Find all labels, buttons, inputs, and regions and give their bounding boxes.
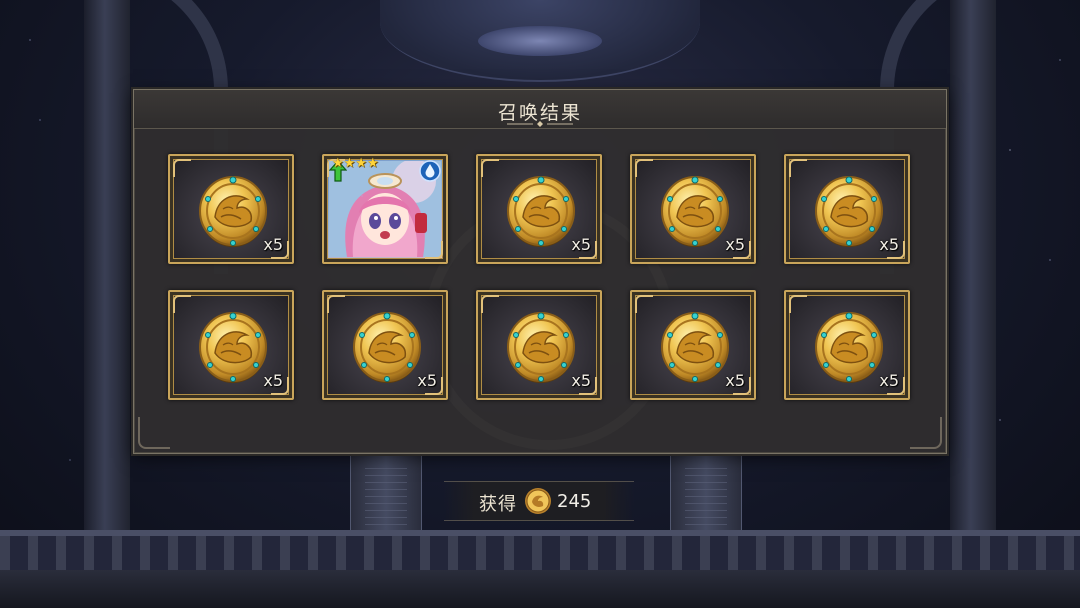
item-quantity: x5 bbox=[571, 235, 591, 254]
ceiling-ring bbox=[478, 26, 602, 56]
result-card-coin[interactable]: x5 bbox=[630, 290, 756, 400]
reward-label: 获得 bbox=[479, 494, 517, 515]
result-card-coin[interactable]: x5 bbox=[168, 154, 294, 264]
item-quantity: x5 bbox=[725, 371, 745, 390]
item-quantity: x5 bbox=[879, 235, 899, 254]
result-card-coin[interactable]: x5 bbox=[784, 154, 910, 264]
item-quantity: x5 bbox=[263, 371, 283, 390]
result-card-coin[interactable]: x5 bbox=[630, 154, 756, 264]
rarity-stars: ★★★★ bbox=[332, 156, 446, 255]
pillar-right bbox=[950, 0, 996, 608]
dragon-coin-icon bbox=[197, 309, 269, 385]
result-card-coin[interactable]: x5 bbox=[168, 290, 294, 400]
result-card-coin[interactable]: x5 bbox=[322, 290, 448, 400]
floor bbox=[0, 570, 1080, 608]
reward-bar: 获得 245 bbox=[444, 481, 634, 521]
panel-corner-ornament bbox=[138, 417, 170, 449]
dragon-coin-icon bbox=[351, 309, 423, 385]
dragon-coin-icon bbox=[505, 173, 577, 249]
panel-corner-ornament bbox=[910, 417, 942, 449]
result-card-coin[interactable]: x5 bbox=[784, 290, 910, 400]
item-quantity: x5 bbox=[879, 371, 899, 390]
panel-header: 召唤结果 bbox=[134, 90, 946, 129]
dragon-coin-icon bbox=[197, 173, 269, 249]
reward-value: 245 bbox=[557, 491, 592, 512]
result-card-coin[interactable]: x5 bbox=[476, 154, 602, 264]
summon-results-panel: 召唤结果 x5 ★★★★ x5 x5 x5 x5 x5 x5 x5 x5 bbox=[133, 89, 947, 454]
gold-coin-icon bbox=[525, 488, 551, 514]
dragon-coin-icon bbox=[659, 173, 731, 249]
dragon-coin-icon bbox=[813, 173, 885, 249]
result-card-character[interactable]: ★★★★ bbox=[322, 154, 448, 264]
dragon-coin-icon bbox=[505, 309, 577, 385]
result-card-coin[interactable]: x5 bbox=[476, 290, 602, 400]
result-grid: x5 ★★★★ x5 x5 x5 x5 x5 x5 x5 x5 bbox=[168, 154, 912, 400]
pillar-left bbox=[84, 0, 130, 608]
title-ornament-icon bbox=[507, 121, 573, 127]
item-quantity: x5 bbox=[417, 371, 437, 390]
dragon-coin-icon bbox=[659, 309, 731, 385]
item-quantity: x5 bbox=[725, 235, 745, 254]
item-quantity: x5 bbox=[263, 235, 283, 254]
dragon-coin-icon bbox=[813, 309, 885, 385]
item-quantity: x5 bbox=[571, 371, 591, 390]
